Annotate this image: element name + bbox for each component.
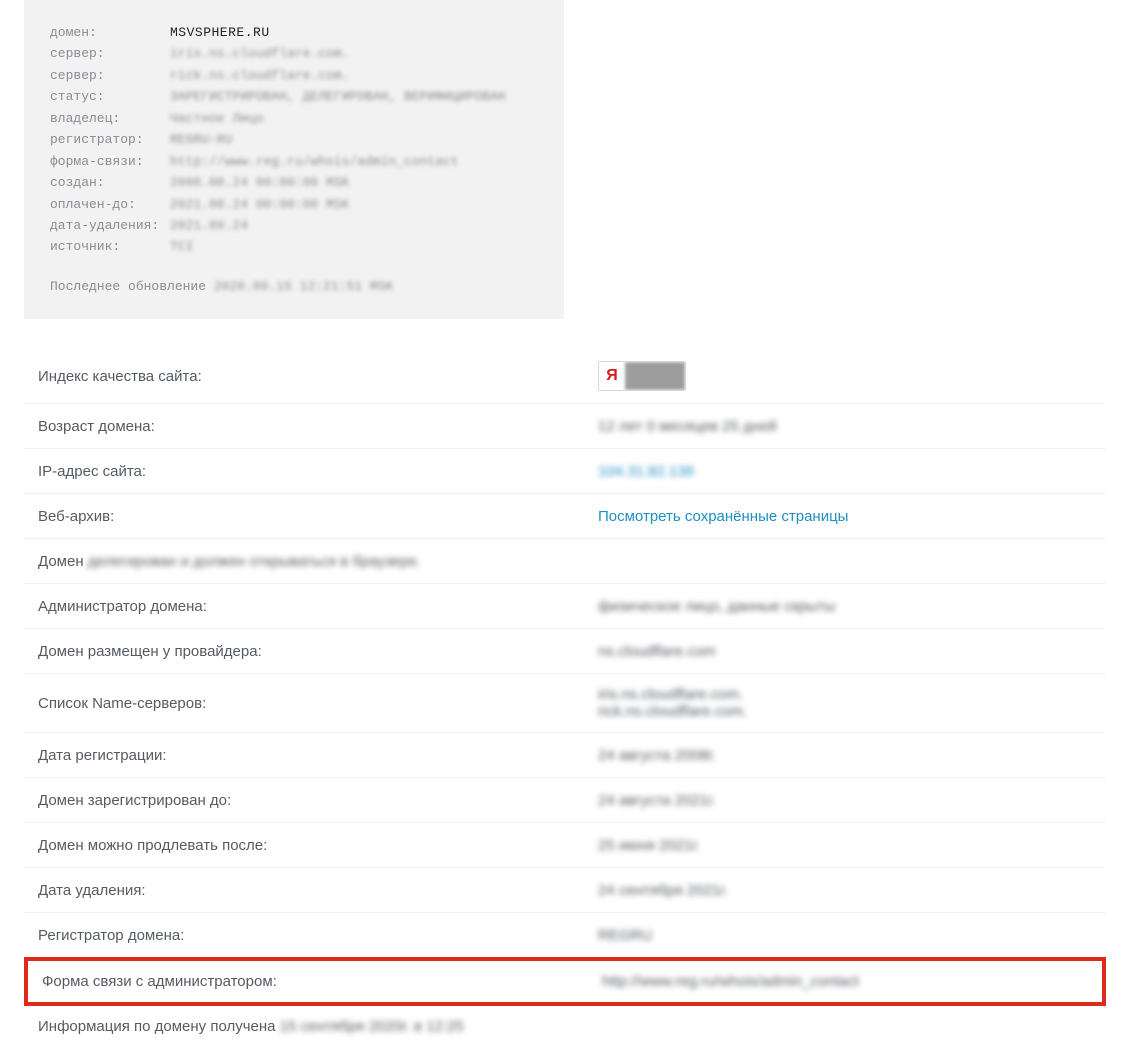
whois-label: домен: xyxy=(50,22,170,43)
row-nameservers: Список Name-серверов: iris.ns.cloudflare… xyxy=(24,674,1106,733)
value-ns: iris.ns.cloudflare.com. rick.ns.cloudfla… xyxy=(598,686,1092,720)
whois-row: владелец: Частное Лицо xyxy=(50,108,538,129)
domain-prefix: Домен xyxy=(38,553,84,570)
obtained-prefix: Информация по домену получена xyxy=(38,1018,276,1035)
whois-row: оплачен-до: 2021.08.24 00:00:00 MSK xyxy=(50,194,538,215)
whois-row: сервер: iris.ns.cloudflare.com. xyxy=(50,43,538,64)
whois-footer-label: Последнее обновление xyxy=(50,279,206,294)
whois-label: создан: xyxy=(50,172,170,193)
whois-label: дата-удаления: xyxy=(50,215,170,236)
whois-row: источник: TCI xyxy=(50,236,538,257)
whois-label: владелец: xyxy=(50,108,170,129)
row-quality-index: Индекс качества сайта: Я xyxy=(24,349,1106,404)
whois-value: 2008.08.24 00:00:00 MSK xyxy=(170,172,349,193)
ns-line-2: rick.ns.cloudflare.com. xyxy=(598,703,1092,720)
whois-value-domain: MSVSPHERE.RU xyxy=(170,22,270,43)
whois-value: 2021.09.24 xyxy=(170,215,248,236)
value-quality: Я xyxy=(598,361,1092,391)
row-registrar: Регистратор домена: REGRU xyxy=(24,913,1106,958)
row-reg-date: Дата регистрации: 24 августа 2008г. xyxy=(24,733,1106,778)
label-quality: Индекс качества сайта: xyxy=(38,368,598,385)
value-provider: ns.cloudflare.com xyxy=(598,643,1092,660)
whois-row: статус: ЗАРЕГИСТРИРОВАН, ДЕЛЕГИРОВАН, ВЕ… xyxy=(50,86,538,107)
whois-label: источник: xyxy=(50,236,170,257)
value-contact: http://www.reg.ru/whois/admin_contact xyxy=(602,973,1088,990)
value-regdate: 24 августа 2008г. xyxy=(598,747,1092,764)
value-admin: физическое лицо, данные скрыты xyxy=(598,598,1092,615)
row-info-obtained: Информация по домену получена 15 сентябр… xyxy=(24,1006,1106,1047)
whois-value: REGRU-RU xyxy=(170,129,232,150)
value-renew: 25 июня 2021г. xyxy=(598,837,1092,854)
whois-label: форма-связи: xyxy=(50,151,170,172)
whois-row: сервер: rick.ns.cloudflare.com. xyxy=(50,65,538,86)
ns-line-1: iris.ns.cloudflare.com. xyxy=(598,686,1092,703)
yandex-quality-badge: Я xyxy=(598,361,686,391)
row-web-archive: Веб-архив: Посмотреть сохранённые страни… xyxy=(24,494,1106,539)
whois-label: сервер: xyxy=(50,43,170,64)
row-renew-after: Домен можно продлевать после: 25 июня 20… xyxy=(24,823,1106,868)
whois-row: форма-связи: http://www.reg.ru/whois/adm… xyxy=(50,151,538,172)
whois-block: домен: MSVSPHERE.RU сервер: iris.ns.clou… xyxy=(24,0,564,319)
label-provider: Домен размещен у провайдера: xyxy=(38,643,598,660)
label-archive: Веб-архив: xyxy=(38,508,598,525)
label-delegated: Домен делегирован и должен открываться в… xyxy=(38,553,421,570)
whois-row: создан: 2008.08.24 00:00:00 MSK xyxy=(50,172,538,193)
whois-label: оплачен-до: xyxy=(50,194,170,215)
whois-footer-value: 2020.09.15 12:21:51 MSK xyxy=(214,279,393,294)
label-regdate: Дата регистрации: xyxy=(38,747,598,764)
whois-row: дата-удаления: 2021.09.24 xyxy=(50,215,538,236)
label-reguntil: Домен зарегистрирован до: xyxy=(38,792,598,809)
row-admin-contact-form: Форма связи с администратором: http://ww… xyxy=(24,957,1106,1006)
row-domain-age: Возраст домена: 12 лет 0 месяцев 25 дней xyxy=(24,404,1106,449)
value-delete: 24 сентября 2021г. xyxy=(598,882,1092,899)
value-reguntil: 24 августа 2021г. xyxy=(598,792,1092,809)
label-admin: Администратор домена: xyxy=(38,598,598,615)
badge-bar xyxy=(625,362,685,390)
label-ip: IP-адрес сайта: xyxy=(38,463,598,480)
whois-value: TCI xyxy=(170,236,193,257)
domain-info-list: Индекс качества сайта: Я Возраст домена:… xyxy=(24,349,1106,1047)
whois-row-domain: домен: MSVSPHERE.RU xyxy=(50,22,538,43)
label-delete: Дата удаления: xyxy=(38,882,598,899)
obtained-value: 15 сентября 2020г. в 12:25 xyxy=(280,1018,464,1035)
row-reg-until: Домен зарегистрирован до: 24 августа 202… xyxy=(24,778,1106,823)
label-age: Возраст домена: xyxy=(38,418,598,435)
label-ns: Список Name-серверов: xyxy=(38,695,598,712)
whois-value: iris.ns.cloudflare.com. xyxy=(170,43,349,64)
row-delete-date: Дата удаления: 24 сентября 2021г. xyxy=(24,868,1106,913)
row-provider: Домен размещен у провайдера: ns.cloudfla… xyxy=(24,629,1106,674)
whois-value: 2021.08.24 00:00:00 MSK xyxy=(170,194,349,215)
whois-value: rick.ns.cloudflare.com. xyxy=(170,65,349,86)
row-admin: Администратор домена: физическое лицо, д… xyxy=(24,584,1106,629)
value-age: 12 лет 0 месяцев 25 дней xyxy=(598,418,1092,435)
value-ip[interactable]: 104.31.82.136 xyxy=(598,463,1092,480)
whois-label: сервер: xyxy=(50,65,170,86)
row-domain-delegated: Домен делегирован и должен открываться в… xyxy=(24,539,1106,584)
whois-value: Частное Лицо xyxy=(170,108,264,129)
whois-value: http://www.reg.ru/whois/admin_contact xyxy=(170,151,459,172)
value-registrar: REGRU xyxy=(598,927,1092,944)
value-archive: Посмотреть сохранённые страницы xyxy=(598,508,1092,525)
whois-row: регистратор: REGRU-RU xyxy=(50,129,538,150)
label-contact: Форма связи с администратором: xyxy=(42,973,602,990)
whois-label: статус: xyxy=(50,86,170,107)
label-renew: Домен можно продлевать после: xyxy=(38,837,598,854)
yandex-logo-icon: Я xyxy=(599,362,625,390)
label-registrar: Регистратор домена: xyxy=(38,927,598,944)
row-ip-address: IP-адрес сайта: 104.31.82.136 xyxy=(24,449,1106,494)
whois-value: ЗАРЕГИСТРИРОВАН, ДЕЛЕГИРОВАН, ВЕРИФИЦИРО… xyxy=(170,86,505,107)
archive-link[interactable]: Посмотреть сохранённые страницы xyxy=(598,508,848,525)
domain-rest: делегирован и должен открываться в брауз… xyxy=(88,553,421,570)
whois-footer: Последнее обновление 2020.09.15 12:21:51… xyxy=(50,276,538,297)
whois-label: регистратор: xyxy=(50,129,170,150)
